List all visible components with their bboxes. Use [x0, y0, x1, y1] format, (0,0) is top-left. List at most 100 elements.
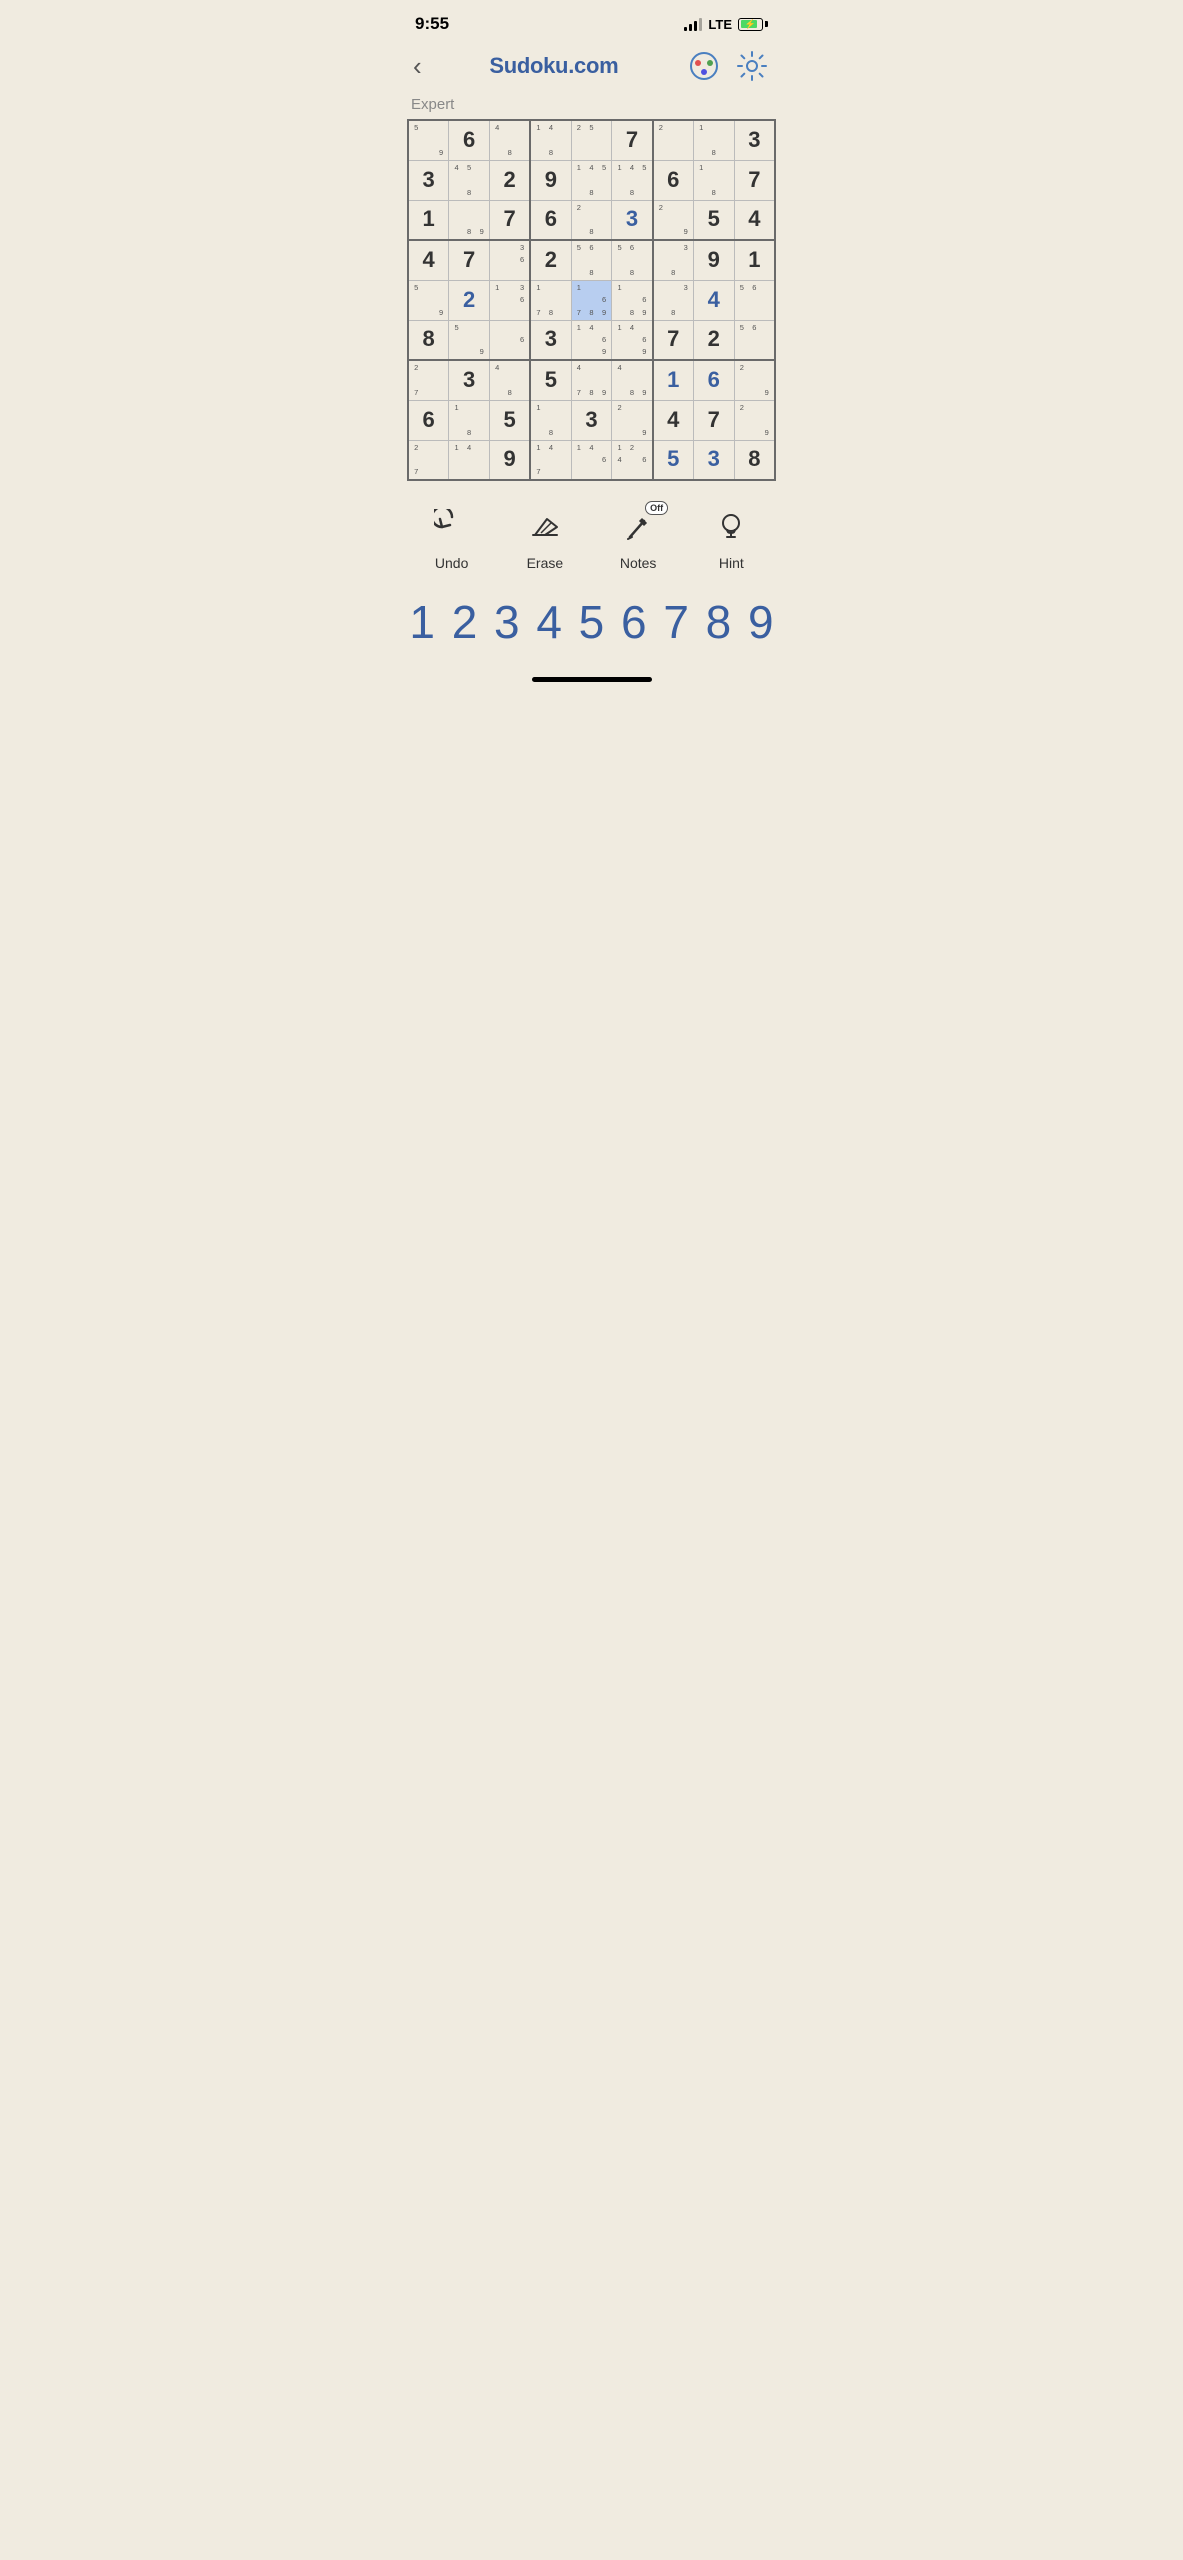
cell-6-4[interactable]: 4789 — [571, 360, 612, 400]
cell-7-1[interactable]: 18 — [449, 400, 490, 440]
cell-4-3[interactable]: 178 — [530, 280, 571, 320]
notes-button[interactable]: Off Notes — [608, 505, 668, 571]
back-button[interactable]: ‹ — [413, 51, 422, 82]
cell-4-0[interactable]: 59 — [408, 280, 449, 320]
numpad-btn-1[interactable]: 1 — [403, 599, 441, 645]
cell-0-0[interactable]: 59 — [408, 120, 449, 160]
cell-6-1[interactable]: 3 — [449, 360, 490, 400]
cell-0-3[interactable]: 148 — [530, 120, 571, 160]
cell-2-0[interactable]: 1 — [408, 200, 449, 240]
cell-1-4[interactable]: 1458 — [571, 160, 612, 200]
cell-3-0[interactable]: 4 — [408, 240, 449, 280]
cell-8-5[interactable]: 1246 — [612, 440, 653, 480]
cell-5-3[interactable]: 3 — [530, 320, 571, 360]
cell-3-7[interactable]: 9 — [693, 240, 734, 280]
cell-5-6[interactable]: 7 — [653, 320, 694, 360]
cell-7-0[interactable]: 6 — [408, 400, 449, 440]
cell-1-1[interactable]: 458 — [449, 160, 490, 200]
numpad-btn-6[interactable]: 6 — [615, 599, 653, 645]
cell-3-6[interactable]: 38 — [653, 240, 694, 280]
cell-0-2[interactable]: 48 — [490, 120, 531, 160]
cell-7-6[interactable]: 4 — [653, 400, 694, 440]
cell-notes: 59 — [409, 121, 448, 160]
cell-5-7[interactable]: 2 — [693, 320, 734, 360]
cell-0-5[interactable]: 7 — [612, 120, 653, 160]
numpad-btn-3[interactable]: 3 — [488, 599, 526, 645]
cell-1-0[interactable]: 3 — [408, 160, 449, 200]
cell-6-6[interactable]: 1 — [653, 360, 694, 400]
numpad-btn-8[interactable]: 8 — [699, 599, 737, 645]
undo-button[interactable]: Undo — [422, 505, 482, 571]
cell-2-6[interactable]: 29 — [653, 200, 694, 240]
settings-button[interactable] — [734, 48, 770, 84]
cell-0-1[interactable]: 6 — [449, 120, 490, 160]
cell-5-8[interactable]: 56 — [734, 320, 775, 360]
cell-5-4[interactable]: 1469 — [571, 320, 612, 360]
cell-5-1[interactable]: 59 — [449, 320, 490, 360]
cell-3-2[interactable]: 36 — [490, 240, 531, 280]
cell-2-2[interactable]: 7 — [490, 200, 531, 240]
cell-8-2[interactable]: 9 — [490, 440, 531, 480]
cell-0-8[interactable]: 3 — [734, 120, 775, 160]
cell-4-7[interactable]: 4 — [693, 280, 734, 320]
cell-1-2[interactable]: 2 — [490, 160, 531, 200]
cell-3-1[interactable]: 7 — [449, 240, 490, 280]
cell-6-3[interactable]: 5 — [530, 360, 571, 400]
cell-6-7[interactable]: 6 — [693, 360, 734, 400]
cell-6-0[interactable]: 27 — [408, 360, 449, 400]
cell-0-6[interactable]: 2 — [653, 120, 694, 160]
cell-2-7[interactable]: 5 — [693, 200, 734, 240]
cell-7-2[interactable]: 5 — [490, 400, 531, 440]
cell-2-5[interactable]: 3 — [612, 200, 653, 240]
hint-button[interactable]: Hint — [701, 505, 761, 571]
cell-3-8[interactable]: 1 — [734, 240, 775, 280]
cell-4-4[interactable]: 16789 — [571, 280, 612, 320]
cell-6-5[interactable]: 489 — [612, 360, 653, 400]
cell-3-3[interactable]: 2 — [530, 240, 571, 280]
cell-1-7[interactable]: 18 — [693, 160, 734, 200]
cell-8-8[interactable]: 8 — [734, 440, 775, 480]
cell-1-6[interactable]: 6 — [653, 160, 694, 200]
cell-2-3[interactable]: 6 — [530, 200, 571, 240]
cell-4-1[interactable]: 2 — [449, 280, 490, 320]
sudoku-grid[interactable]: 5964814825721833458291458145861871897628… — [407, 119, 776, 481]
numpad-btn-2[interactable]: 2 — [445, 599, 483, 645]
cell-7-8[interactable]: 29 — [734, 400, 775, 440]
cell-8-1[interactable]: 14 — [449, 440, 490, 480]
cell-4-6[interactable]: 38 — [653, 280, 694, 320]
cell-8-4[interactable]: 146 — [571, 440, 612, 480]
cell-3-5[interactable]: 568 — [612, 240, 653, 280]
cell-7-7[interactable]: 7 — [693, 400, 734, 440]
cell-7-3[interactable]: 18 — [530, 400, 571, 440]
cell-2-1[interactable]: 89 — [449, 200, 490, 240]
cell-1-8[interactable]: 7 — [734, 160, 775, 200]
cell-8-7[interactable]: 3 — [693, 440, 734, 480]
cell-1-5[interactable]: 1458 — [612, 160, 653, 200]
cell-3-4[interactable]: 568 — [571, 240, 612, 280]
cell-7-5[interactable]: 29 — [612, 400, 653, 440]
numpad-btn-7[interactable]: 7 — [657, 599, 695, 645]
erase-button[interactable]: Erase — [515, 505, 575, 571]
cell-8-6[interactable]: 5 — [653, 440, 694, 480]
cell-5-0[interactable]: 8 — [408, 320, 449, 360]
cell-6-8[interactable]: 29 — [734, 360, 775, 400]
cell-4-8[interactable]: 56 — [734, 280, 775, 320]
cell-8-0[interactable]: 27 — [408, 440, 449, 480]
cell-2-8[interactable]: 4 — [734, 200, 775, 240]
numpad-btn-4[interactable]: 4 — [530, 599, 568, 645]
cell-6-2[interactable]: 48 — [490, 360, 531, 400]
numpad-btn-9[interactable]: 9 — [742, 599, 780, 645]
numpad-btn-5[interactable]: 5 — [572, 599, 610, 645]
cell-1-3[interactable]: 9 — [530, 160, 571, 200]
cell-8-3[interactable]: 147 — [530, 440, 571, 480]
cell-4-2[interactable]: 136 — [490, 280, 531, 320]
cell-4-5[interactable]: 1689 — [612, 280, 653, 320]
cell-7-4[interactable]: 3 — [571, 400, 612, 440]
cell-2-4[interactable]: 28 — [571, 200, 612, 240]
cell-0-7[interactable]: 18 — [693, 120, 734, 160]
cell-5-2[interactable]: 6 — [490, 320, 531, 360]
cell-5-5[interactable]: 1469 — [612, 320, 653, 360]
theme-button[interactable] — [686, 48, 722, 84]
cell-notes: 18 — [694, 121, 734, 160]
cell-0-4[interactable]: 25 — [571, 120, 612, 160]
